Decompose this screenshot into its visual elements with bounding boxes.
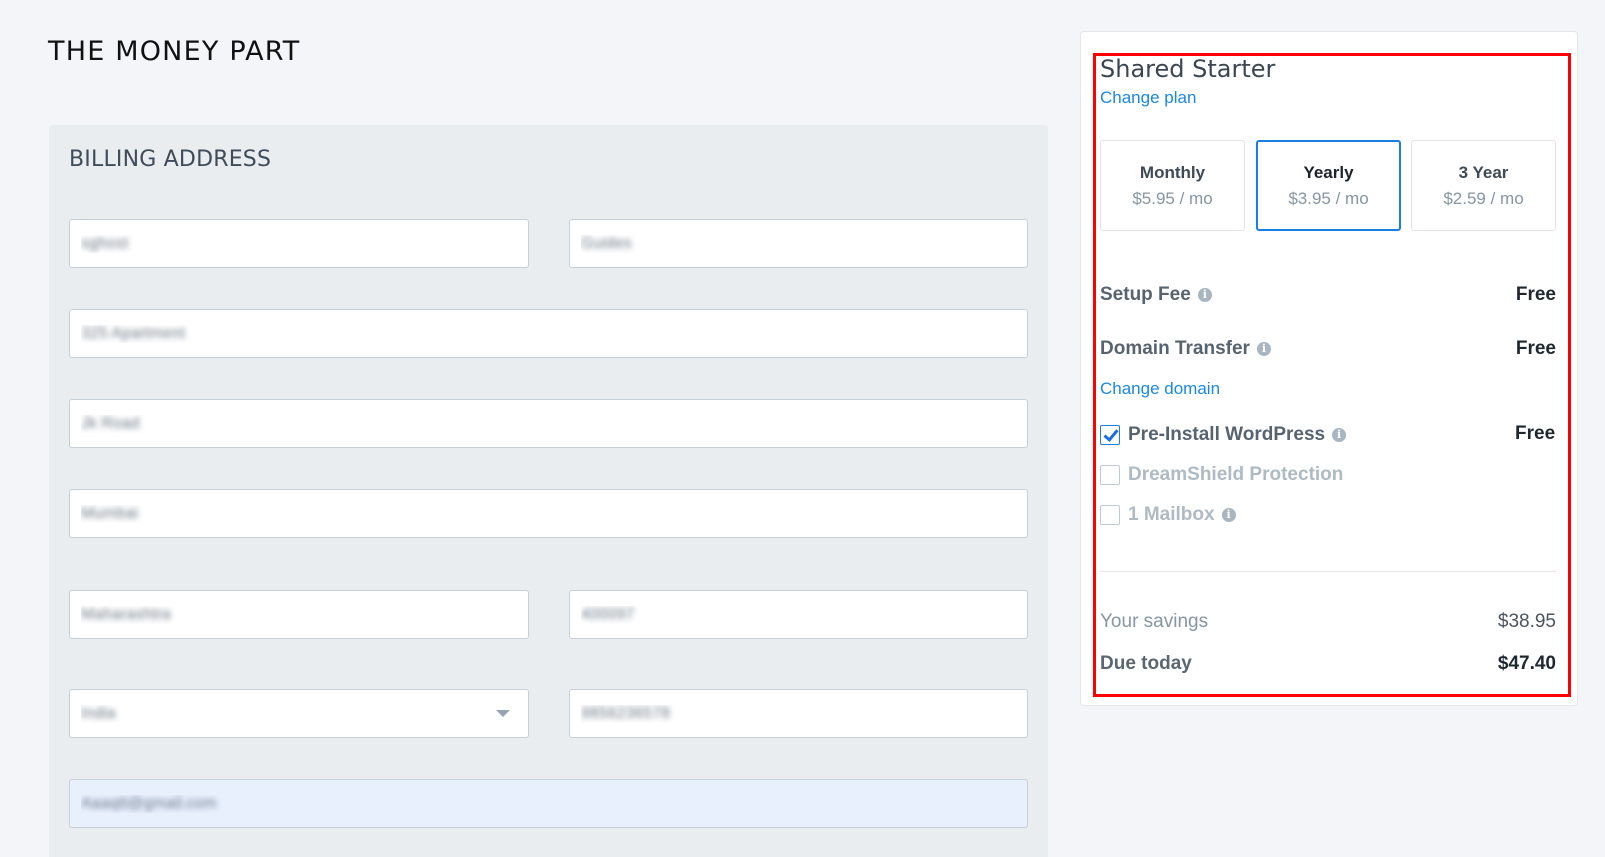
info-icon[interactable]: i — [1332, 428, 1347, 442]
term-option-monthly[interactable]: Monthly $5.95 / mo — [1100, 140, 1245, 231]
checkbox-unchecked[interactable] — [1100, 505, 1120, 525]
due-today-row: Due today $47.40 — [1100, 653, 1556, 675]
addon-label: 1 Mailbox — [1128, 504, 1215, 525]
postal-code-input[interactable] — [569, 590, 1028, 639]
checkbox-checked[interactable] — [1100, 425, 1120, 445]
page-title: THE MONEY PART — [48, 36, 301, 67]
setup-fee-label: Setup Fee — [1100, 284, 1191, 305]
domain-transfer-value: Free — [1515, 338, 1556, 359]
plan-name: Shared Starter — [1100, 55, 1276, 83]
info-icon[interactable]: i — [1197, 288, 1212, 302]
addon-label: Pre-Install WordPress — [1128, 424, 1326, 445]
term-price: $2.59 / mo — [1443, 189, 1524, 208]
due-today-label: Due today — [1100, 653, 1192, 674]
domain-transfer-label-wrap: Domain Transfer i — [1100, 338, 1271, 360]
domain-transfer-label: Domain Transfer — [1100, 338, 1250, 359]
term-name: 3 Year — [1458, 163, 1509, 182]
term-price: $3.95 / mo — [1288, 189, 1369, 208]
change-domain-link[interactable]: Change domain — [1100, 379, 1220, 399]
savings-value: $38.95 — [1497, 611, 1556, 632]
order-summary-card — [1080, 31, 1578, 706]
first-name-input[interactable] — [69, 219, 529, 268]
savings-row: Your savings $38.95 — [1100, 611, 1556, 633]
info-icon[interactable]: i — [1256, 342, 1271, 356]
city-input[interactable] — [69, 489, 1028, 538]
address-line2-input[interactable] — [69, 399, 1028, 448]
phone-input[interactable] — [569, 689, 1028, 738]
savings-label: Your savings — [1100, 611, 1209, 632]
domain-transfer-row: Domain Transfer i Free — [1100, 338, 1556, 360]
addon-mailbox[interactable]: 1 Mailbox i — [1100, 504, 1236, 526]
setup-fee-row: Setup Fee i Free — [1100, 284, 1556, 306]
setup-fee-value: Free — [1515, 284, 1556, 305]
country-select-value[interactable] — [69, 689, 529, 738]
summary-divider — [1100, 571, 1556, 572]
change-plan-link[interactable]: Change plan — [1100, 88, 1196, 108]
info-icon[interactable]: i — [1221, 508, 1236, 522]
email-input[interactable] — [69, 779, 1028, 828]
term-name: Monthly — [1139, 163, 1206, 182]
setup-fee-label-wrap: Setup Fee i — [1100, 284, 1212, 306]
term-name: Yearly — [1303, 163, 1354, 182]
state-input[interactable] — [69, 590, 529, 639]
term-price: $5.95 / mo — [1132, 189, 1213, 208]
due-today-value: $47.40 — [1497, 653, 1556, 674]
country-select[interactable] — [69, 689, 529, 738]
addon-dreamshield-protection[interactable]: DreamShield Protection — [1100, 464, 1343, 486]
billing-address-title: BILLING ADDRESS — [69, 147, 272, 172]
addon-label: DreamShield Protection — [1128, 464, 1344, 485]
term-option-yearly[interactable]: Yearly $3.95 / mo — [1256, 140, 1401, 231]
wordpress-value: Free — [1515, 423, 1556, 444]
checkbox-unchecked[interactable] — [1100, 465, 1120, 485]
address-line1-input[interactable] — [69, 309, 1028, 358]
addon-pre-install-wordpress[interactable]: Pre-Install WordPress i — [1100, 424, 1347, 446]
term-option-3-year[interactable]: 3 Year $2.59 / mo — [1411, 140, 1556, 231]
last-name-input[interactable] — [569, 219, 1028, 268]
